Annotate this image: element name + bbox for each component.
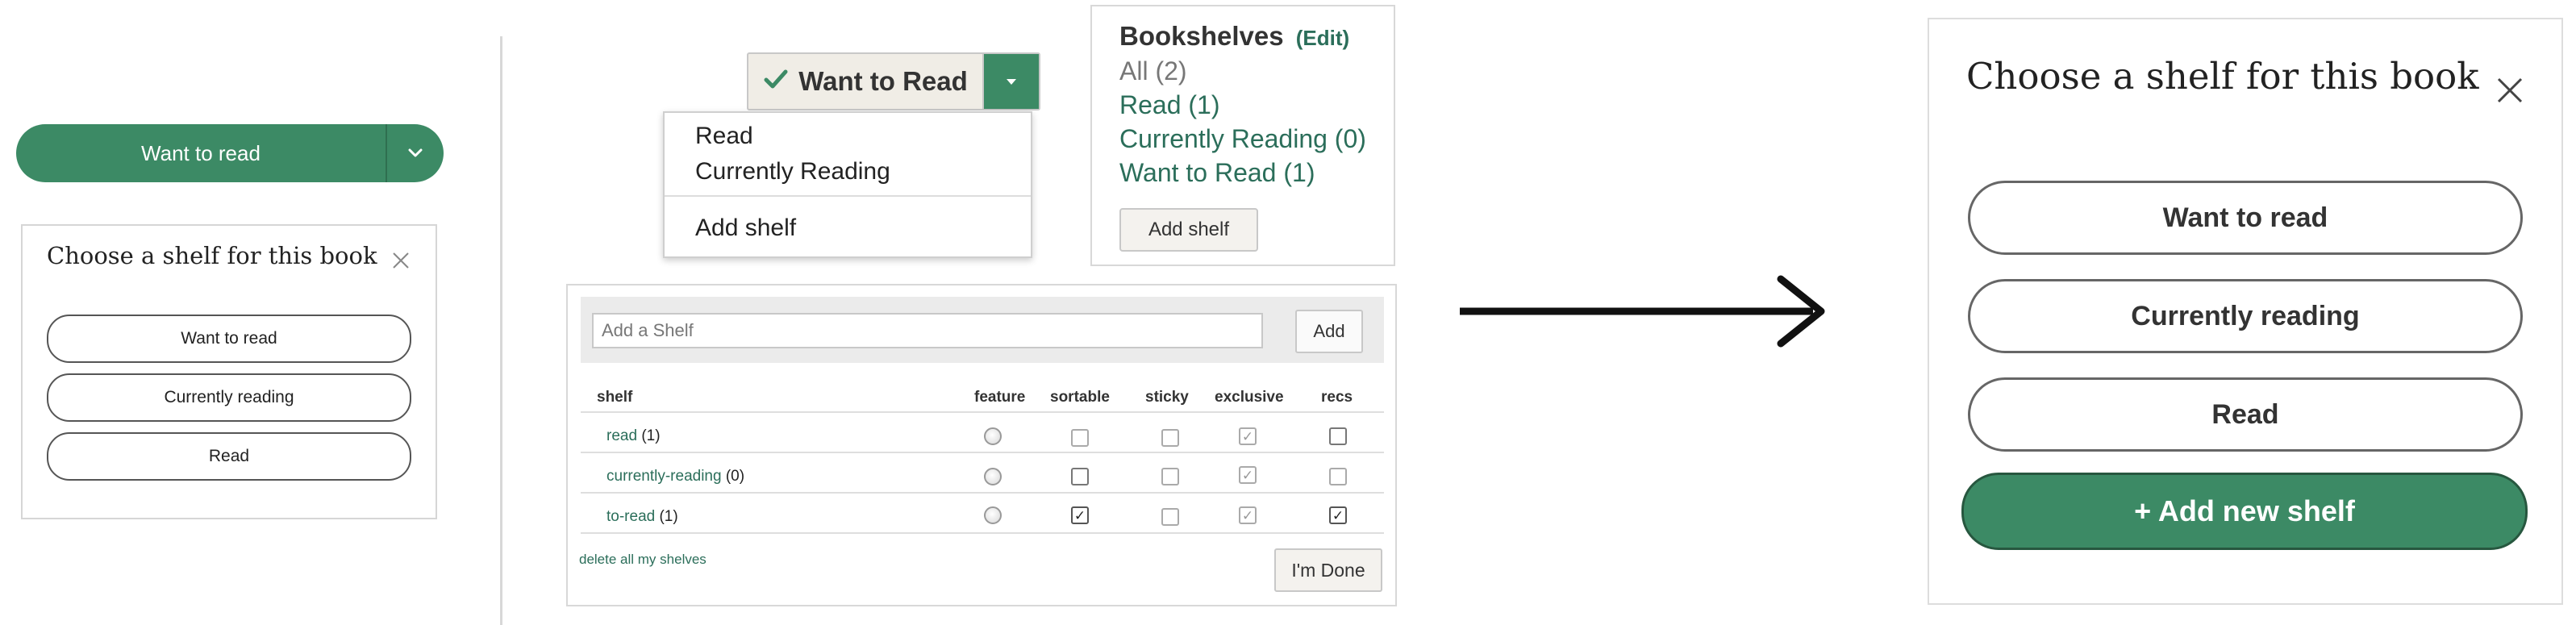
sticky-checkbox-currently-reading[interactable] [1161,468,1179,485]
sortable-checkbox-currently-reading[interactable] [1071,468,1089,485]
bookshelves-panel: Bookshelves (Edit) All (2) Read (1) Curr… [1090,5,1395,266]
feature-radio-read[interactable] [984,427,1002,445]
shelf-link-read[interactable]: read [606,427,637,444]
dialog-title: Choose a shelf for this book [1966,55,2479,98]
status-split-button[interactable]: Want to Read [747,52,1040,110]
feature-radio-currently-reading[interactable] [984,468,1002,485]
sticky-checkbox-read[interactable] [1161,429,1179,447]
shelf-chooser-dialog-redesign: Choose a shelf for this book Want to rea… [1928,18,2563,605]
sortable-checkbox-read[interactable] [1071,429,1089,447]
shelf-link-currently-reading[interactable]: Currently Reading (0) [1119,124,1366,154]
row-divider [581,532,1384,534]
row-divider [581,492,1384,494]
done-button[interactable]: I'm Done [1274,548,1382,592]
column-header-sortable: sortable [1050,389,1110,406]
shelf-link-want-to-read[interactable]: Want to Read (1) [1119,158,1315,188]
column-header-sticky: sticky [1145,389,1189,406]
shelf-option-currently-reading[interactable]: Currently reading [1968,279,2523,353]
shelf-link-to-read[interactable]: to-read [606,508,655,525]
menu-item-currently-reading[interactable]: Currently Reading [695,158,890,185]
vertical-divider [500,36,502,625]
sortable-checkbox-to-read[interactable]: ✓ [1071,506,1089,524]
add-button[interactable]: Add [1295,310,1363,353]
arrow-right-icon [1460,275,1825,348]
bookshelves-title: Bookshelves [1119,21,1284,51]
want-to-read-status-button[interactable]: Want to Read [748,54,984,109]
recs-checkbox-currently-reading[interactable] [1329,468,1347,485]
delete-all-shelves-link[interactable]: delete all my shelves [579,552,707,568]
add-shelf-button[interactable]: Add shelf [1119,208,1258,252]
menu-item-read[interactable]: Read [695,123,753,150]
column-header-recs: recs [1321,389,1353,406]
shelf-link-currently-reading[interactable]: currently-reading [606,468,722,485]
table-row-read: read (1) [606,427,661,445]
bookshelves-heading: Bookshelves (Edit) [1119,21,1349,52]
column-header-feature: feature [974,389,1026,406]
column-header-shelf: shelf [597,389,633,406]
chevron-down-icon[interactable] [387,124,444,182]
shelf-chooser-dialog-small: Choose a shelf for this book Want to rea… [21,224,437,519]
menu-item-add-shelf[interactable]: Add shelf [695,215,796,242]
add-shelf-bar: Add a Shelf Add [581,297,1384,363]
shelf-dropdown-menu: Read Currently Reading Add shelf [663,111,1032,258]
shelf-editor-panel: Add a Shelf Add shelf feature sortable s… [566,284,1397,606]
dialog-title: Choose a shelf for this book [47,242,377,269]
table-divider [581,411,1384,413]
add-shelf-input[interactable]: Add a Shelf [592,313,1263,348]
edit-shelves-link[interactable]: (Edit) [1296,26,1349,50]
shelf-option-want-to-read[interactable]: Want to read [1968,181,2523,255]
checkmark-icon [763,66,789,97]
table-row-to-read: to-read (1) [606,508,678,526]
sticky-checkbox-to-read[interactable] [1161,508,1179,526]
exclusive-checkbox-currently-reading[interactable]: ✓ [1239,466,1257,484]
close-icon[interactable] [390,250,411,271]
shelf-count: (1) [641,427,661,444]
want-to-read-button[interactable]: Want to read [16,124,387,182]
want-to-read-split-button[interactable]: Want to read [16,124,444,182]
shelf-count: (0) [725,468,745,485]
exclusive-checkbox-to-read[interactable]: ✓ [1239,506,1257,524]
status-label: Want to Read [798,66,968,96]
row-divider [581,452,1384,453]
shelf-count-all[interactable]: All (2) [1119,56,1187,86]
dropdown-caret-icon[interactable] [984,54,1039,109]
recs-checkbox-to-read[interactable]: ✓ [1329,506,1347,524]
shelf-option-want-to-read[interactable]: Want to read [47,315,411,363]
shelf-option-read[interactable]: Read [1968,377,2523,452]
shelf-option-currently-reading[interactable]: Currently reading [47,373,411,422]
add-new-shelf-button[interactable]: + Add new shelf [1961,473,2528,550]
menu-divider [665,195,1031,197]
feature-radio-to-read[interactable] [984,506,1002,524]
shelf-option-read[interactable]: Read [47,432,411,481]
column-header-exclusive: exclusive [1215,389,1284,406]
shelf-count: (1) [659,508,678,525]
recs-checkbox-read[interactable] [1329,427,1347,445]
exclusive-checkbox-read[interactable]: ✓ [1239,427,1257,445]
table-row-currently-reading: currently-reading (0) [606,468,744,485]
shelf-link-read[interactable]: Read (1) [1119,90,1220,120]
close-icon[interactable] [2494,74,2526,106]
